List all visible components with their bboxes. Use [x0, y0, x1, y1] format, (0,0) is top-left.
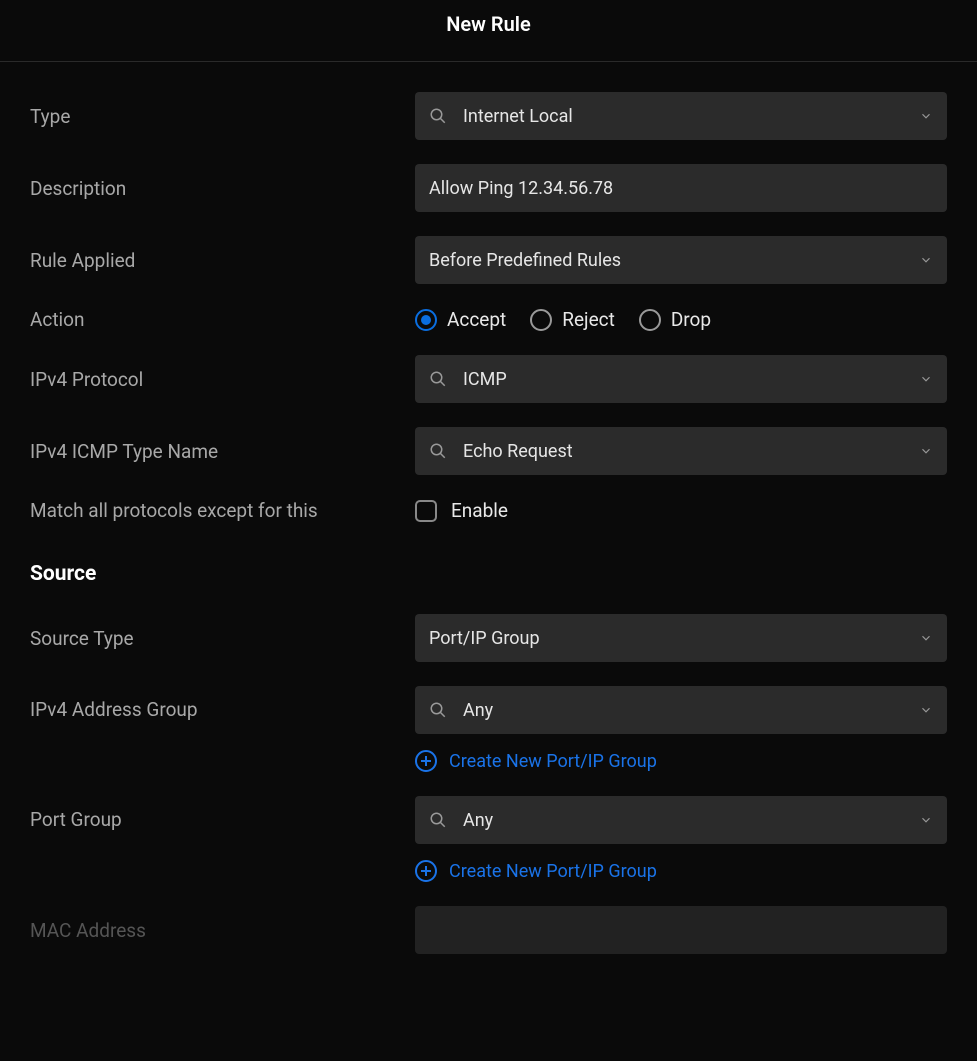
- label-type: Type: [30, 105, 415, 128]
- ipv4-protocol-value: ICMP: [463, 369, 919, 390]
- row-match-except: Match all protocols except for this Enab…: [30, 499, 947, 522]
- chevron-down-icon: [919, 703, 933, 717]
- row-ipv4-address-group: IPv4 Address Group Any Create New Port/I…: [30, 686, 947, 772]
- ipv4-address-group-select[interactable]: Any: [415, 686, 947, 734]
- description-value: Allow Ping 12.34.56.78: [429, 178, 933, 199]
- row-action: Action Accept Reject Drop: [30, 308, 947, 331]
- label-description: Description: [30, 177, 415, 200]
- search-icon: [429, 701, 447, 719]
- label-rule-applied: Rule Applied: [30, 249, 415, 272]
- port-group-value: Any: [463, 810, 919, 831]
- chevron-down-icon: [919, 813, 933, 827]
- row-rule-applied: Rule Applied Before Predefined Rules: [30, 236, 947, 284]
- radio-label: Accept: [447, 308, 506, 331]
- source-type-value: Port/IP Group: [429, 628, 919, 649]
- search-icon: [429, 811, 447, 829]
- row-type: Type Internet Local: [30, 92, 947, 140]
- ipv4-protocol-select[interactable]: ICMP: [415, 355, 947, 403]
- radio-label: Drop: [671, 308, 711, 331]
- label-source-type: Source Type: [30, 627, 415, 650]
- chevron-down-icon: [919, 372, 933, 386]
- chevron-down-icon: [919, 109, 933, 123]
- radio-icon: [415, 309, 437, 331]
- rule-applied-value: Before Predefined Rules: [429, 250, 919, 271]
- row-port-group: Port Group Any Create New Port/IP Group: [30, 796, 947, 882]
- action-accept-radio[interactable]: Accept: [415, 308, 506, 331]
- checkbox-label: Enable: [451, 499, 508, 522]
- plus-circle-icon: [415, 860, 437, 882]
- label-port-group: Port Group: [30, 796, 415, 831]
- section-source-title: Source: [30, 562, 947, 586]
- row-source-type: Source Type Port/IP Group: [30, 614, 947, 662]
- search-icon: [429, 442, 447, 460]
- create-port-group-button[interactable]: Create New Port/IP Group: [415, 860, 947, 882]
- label-ipv4-address-group: IPv4 Address Group: [30, 686, 415, 721]
- label-action: Action: [30, 308, 415, 331]
- rule-applied-select[interactable]: Before Predefined Rules: [415, 236, 947, 284]
- label-match-except: Match all protocols except for this: [30, 499, 415, 522]
- create-link-label: Create New Port/IP Group: [449, 861, 657, 882]
- row-mac-address: MAC Address: [30, 906, 947, 954]
- radio-icon: [639, 309, 661, 331]
- row-ipv4-icmp-type: IPv4 ICMP Type Name Echo Request: [30, 427, 947, 475]
- ipv4-address-group-value: Any: [463, 700, 919, 721]
- row-ipv4-protocol: IPv4 Protocol ICMP: [30, 355, 947, 403]
- create-link-label: Create New Port/IP Group: [449, 751, 657, 772]
- port-group-select[interactable]: Any: [415, 796, 947, 844]
- label-mac-address: MAC Address: [30, 919, 415, 942]
- action-reject-radio[interactable]: Reject: [530, 308, 615, 331]
- chevron-down-icon: [919, 253, 933, 267]
- match-except-checkbox-row: Enable: [415, 499, 947, 522]
- row-description: Description Allow Ping 12.34.56.78: [30, 164, 947, 212]
- type-value: Internet Local: [463, 106, 919, 127]
- action-radio-group: Accept Reject Drop: [415, 308, 947, 331]
- ipv4-icmp-type-value: Echo Request: [463, 441, 919, 462]
- ipv4-icmp-type-select[interactable]: Echo Request: [415, 427, 947, 475]
- action-drop-radio[interactable]: Drop: [639, 308, 711, 331]
- mac-address-input[interactable]: [415, 906, 947, 954]
- chevron-down-icon: [919, 444, 933, 458]
- description-input[interactable]: Allow Ping 12.34.56.78: [415, 164, 947, 212]
- label-ipv4-protocol: IPv4 Protocol: [30, 368, 415, 391]
- label-ipv4-icmp-type: IPv4 ICMP Type Name: [30, 440, 415, 463]
- search-icon: [429, 370, 447, 388]
- plus-circle-icon: [415, 750, 437, 772]
- radio-icon: [530, 309, 552, 331]
- page-title: New Rule: [0, 0, 977, 62]
- source-type-select[interactable]: Port/IP Group: [415, 614, 947, 662]
- type-select[interactable]: Internet Local: [415, 92, 947, 140]
- match-except-checkbox[interactable]: [415, 500, 437, 522]
- chevron-down-icon: [919, 631, 933, 645]
- form-content: Type Internet Local Description Allow Pi…: [0, 62, 977, 954]
- radio-label: Reject: [562, 308, 615, 331]
- create-ipv4-group-button[interactable]: Create New Port/IP Group: [415, 750, 947, 772]
- search-icon: [429, 107, 447, 125]
